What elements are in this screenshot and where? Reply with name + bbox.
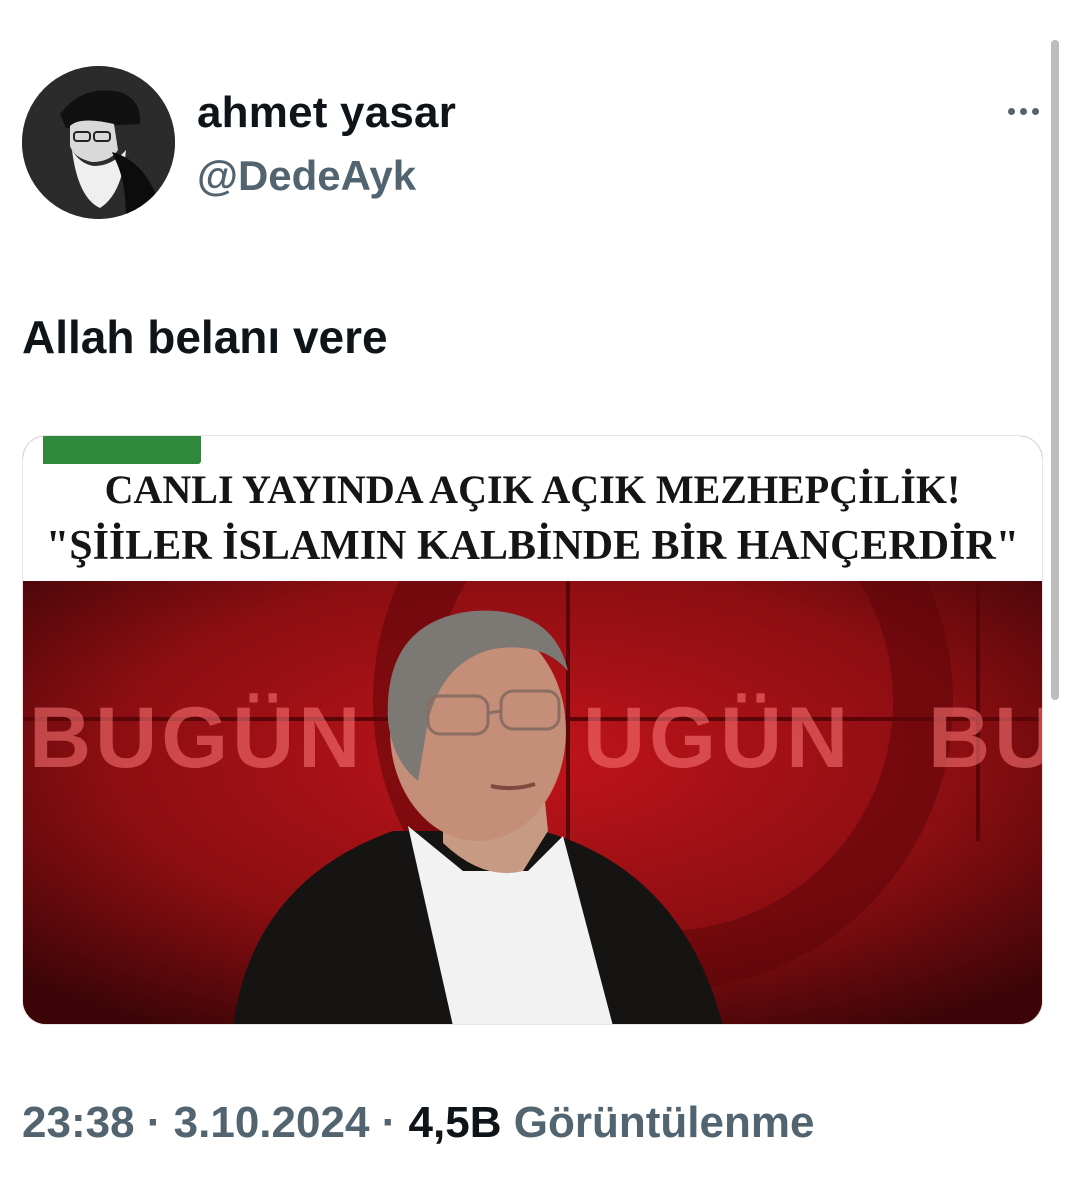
channel-logo	[43, 436, 201, 464]
headline-line-2: "ŞİİLER İSLAMIN KALBİNDE BİR HANÇERDİR"	[45, 523, 1020, 569]
background-text: BUGÜN	[29, 690, 365, 786]
display-name[interactable]: ahmet yasar	[197, 88, 456, 138]
tweet-media-image[interactable]: BUGÜN UGÜN BU CANLI YAYINDA AÇIK AÇIK ME…	[22, 435, 1043, 1025]
headline-line-1: CANLI YAYINDA AÇIK AÇIK MEZHEPÇİLİK!	[104, 467, 961, 512]
views-count: 4,5B	[408, 1098, 502, 1147]
avatar-image	[22, 66, 175, 219]
studio-background: BUGÜN UGÜN BU	[23, 436, 1042, 1024]
user-handle[interactable]: @DedeAyk	[197, 152, 416, 200]
meta-separator: ·	[146, 1098, 162, 1147]
more-dot	[1031, 107, 1039, 115]
more-options-button[interactable]	[998, 96, 1048, 126]
more-dot	[1019, 107, 1027, 115]
tweet-text: Allah belanı vere	[22, 311, 388, 363]
tweet-detail-page: ahmet yasar @DedeAyk Allah belanı vere B…	[0, 0, 1067, 1200]
meta-separator: ·	[381, 1098, 397, 1147]
tweet-meta: 23:38 · 3.10.2024 · 4,5B Görüntülenme	[22, 1098, 814, 1148]
views-label[interactable]: Görüntülenme	[514, 1098, 815, 1147]
tweet-date[interactable]: 3.10.2024	[174, 1098, 370, 1147]
headline-banner: CANLI YAYINDA AÇIK AÇIK MEZHEPÇİLİK! "Şİ…	[23, 436, 1042, 581]
background-text: UGÜN	[583, 690, 853, 786]
more-horizontal-icon	[1007, 107, 1015, 115]
background-text: BU	[928, 690, 1042, 786]
scrollbar[interactable]	[1051, 40, 1059, 700]
studio-scene	[23, 436, 1042, 1024]
avatar[interactable]	[22, 66, 175, 219]
tweet-time[interactable]: 23:38	[22, 1098, 135, 1147]
